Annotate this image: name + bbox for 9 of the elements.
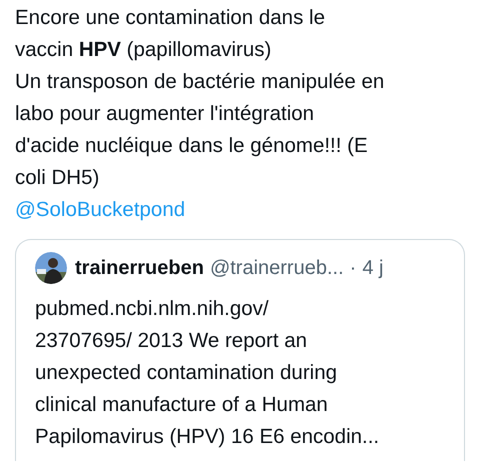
author-handle: @trainerrueb... xyxy=(210,256,344,281)
separator: · xyxy=(350,256,356,281)
quoted-tweet-card[interactable]: trainerrueben @trainerrueb... · 4 j pubmed.ncbi.nlm.nih.gov/ 23707695/ 2013 We report an unexpected contamination during clinical manufacture of a Human Papilomavirus (HPV) 16 E6 encodin... xyxy=(15,239,465,461)
author-name[interactable]: trainerrueben xyxy=(75,254,204,282)
quoted-tweet-text: pubmed.ncbi.nlm.nih.gov/ 23707695/ 2013 We report an unexpected contamination during clinical manufacture of a Human Papilomavirus (HPV) 16 E6 encodin... xyxy=(35,296,380,450)
tweet-text: Encore une contamination dans le vaccin HPV (papillomavirus) xyxy=(15,5,325,63)
timestamp: 4 j xyxy=(362,256,384,281)
tweet-text: Un transposon de bactérie manipulée en labo pour augmenter l'intégration d'acide nucléique dans le génome!!! (E coli DH5) xyxy=(15,69,384,191)
avatar-icon[interactable] xyxy=(35,252,67,284)
